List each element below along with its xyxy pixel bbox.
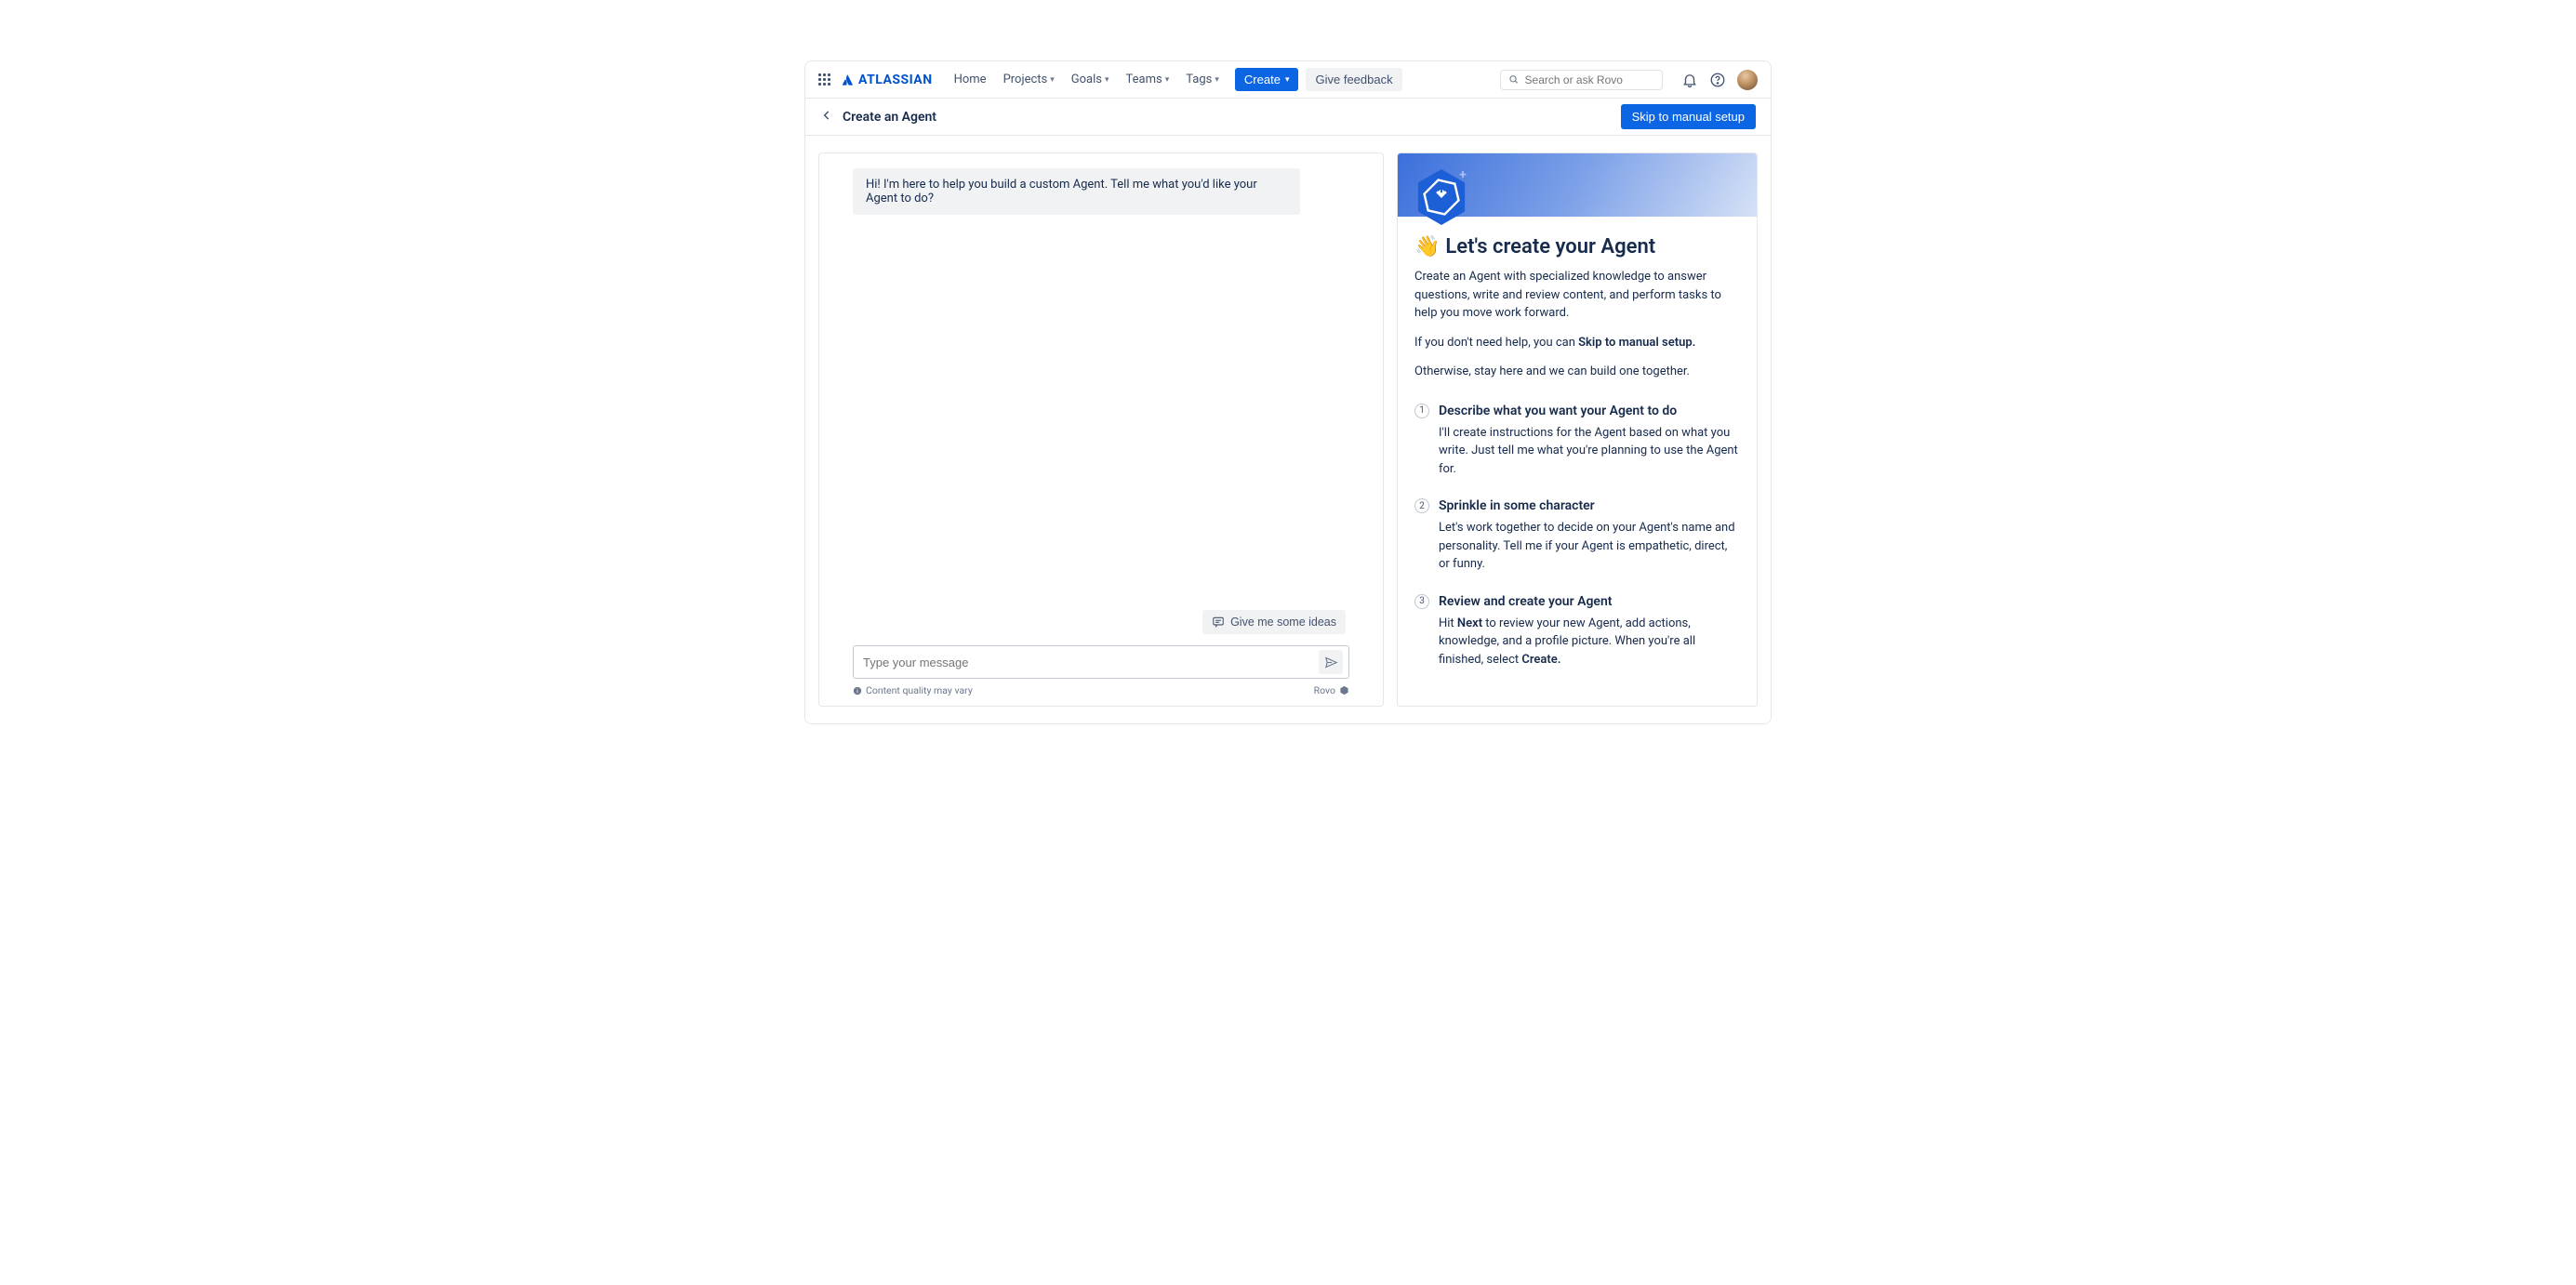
create-button[interactable]: Create ▾: [1235, 68, 1299, 91]
step-1: 1 Describe what you want your Agent to d…: [1414, 404, 1740, 479]
chat-panel: Hi! I'm here to help you build a custom …: [818, 152, 1384, 707]
step-title: Review and create your Agent: [1439, 594, 1740, 609]
send-button[interactable]: [1319, 650, 1343, 674]
banner: +: [1398, 153, 1757, 217]
step-title: Describe what you want your Agent to do: [1439, 404, 1740, 418]
nav-items: Home Projects ▾ Goals ▾ Teams ▾ Tags ▾ C…: [948, 68, 1402, 91]
step-title: Sprinkle in some character: [1439, 498, 1740, 513]
info-panel: + 👋 Let's create your Agent Create an Ag…: [1397, 152, 1758, 707]
give-ideas-button[interactable]: Give me some ideas: [1202, 610, 1346, 634]
svg-text:+: +: [1459, 168, 1466, 183]
chevron-down-icon: ▾: [1285, 74, 1290, 85]
nav-projects[interactable]: Projects ▾: [997, 69, 1061, 90]
app-switcher-icon[interactable]: [818, 73, 830, 86]
chat-input-row: [853, 645, 1349, 679]
step-number: 1: [1414, 404, 1429, 418]
search-box[interactable]: [1500, 70, 1663, 90]
step-description: I'll create instructions for the Agent b…: [1439, 424, 1740, 479]
header-right-icons: [1681, 70, 1758, 90]
info-body: 👋 Let's create your Agent Create an Agen…: [1398, 217, 1757, 706]
chevron-down-icon: ▾: [1165, 75, 1170, 85]
chat-footer: Content quality may vary Rovo: [853, 684, 1349, 696]
nav-home[interactable]: Home: [948, 69, 993, 90]
skip-to-manual-button[interactable]: Skip to manual setup: [1621, 104, 1756, 129]
back-button[interactable]: [820, 109, 833, 126]
feedback-button[interactable]: Give feedback: [1306, 68, 1401, 91]
steps-list: 1 Describe what you want your Agent to d…: [1414, 404, 1740, 669]
brand-logo[interactable]: ATLASSIAN: [842, 73, 933, 87]
nav-tags[interactable]: Tags ▾: [1179, 69, 1226, 90]
step-description: Let's work together to decide on your Ag…: [1439, 519, 1740, 574]
info-title: 👋 Let's create your Agent: [1414, 235, 1740, 258]
chevron-down-icon: ▾: [1105, 75, 1109, 85]
chat-icon: [1212, 616, 1225, 629]
info-description-2: If you don't need help, you can Skip to …: [1414, 334, 1740, 352]
nav-goals[interactable]: Goals ▾: [1065, 69, 1116, 90]
bot-message: Hi! I'm here to help you build a custom …: [853, 168, 1300, 215]
info-description-1: Create an Agent with specialized knowled…: [1414, 268, 1740, 323]
atlassian-icon: [842, 73, 855, 86]
step-3: 3 Review and create your Agent Hit Next …: [1414, 594, 1740, 669]
main-content: Hi! I'm here to help you build a custom …: [805, 136, 1771, 723]
agent-diamond-icon: +: [1414, 167, 1468, 227]
chevron-down-icon: ▾: [1050, 75, 1055, 85]
brand-text: ATLASSIAN: [858, 73, 933, 87]
subheader: Create an Agent Skip to manual setup: [805, 99, 1771, 136]
user-avatar[interactable]: [1737, 70, 1758, 90]
info-icon: [853, 686, 862, 695]
info-description-3: Otherwise, stay here and we can build on…: [1414, 363, 1740, 381]
step-number: 2: [1414, 498, 1429, 513]
wave-emoji: 👋: [1414, 235, 1440, 258]
step-2: 2 Sprinkle in some character Let's work …: [1414, 498, 1740, 574]
rovo-icon: [1339, 685, 1349, 695]
rovo-label: Rovo: [1314, 684, 1349, 696]
search-icon: [1508, 73, 1520, 86]
content-quality-note: Content quality may vary: [853, 684, 973, 696]
page-title: Create an Agent: [843, 110, 936, 125]
app-window: 1 ATLASSIAN Home Projects ▾ Goals ▾: [804, 60, 1772, 724]
help-icon[interactable]: [1709, 72, 1726, 88]
step-number: 3: [1414, 594, 1429, 609]
chevron-left-icon: [820, 109, 833, 122]
notifications-icon[interactable]: [1681, 72, 1698, 88]
send-icon: [1324, 656, 1338, 669]
nav-teams[interactable]: Teams ▾: [1120, 69, 1176, 90]
chat-input[interactable]: [863, 656, 1311, 669]
search-input[interactable]: [1525, 73, 1654, 86]
chevron-down-icon: ▾: [1215, 75, 1219, 85]
top-nav: ATLASSIAN Home Projects ▾ Goals ▾ Teams …: [805, 61, 1771, 99]
step-description: Hit Next to review your new Agent, add a…: [1439, 615, 1740, 669]
